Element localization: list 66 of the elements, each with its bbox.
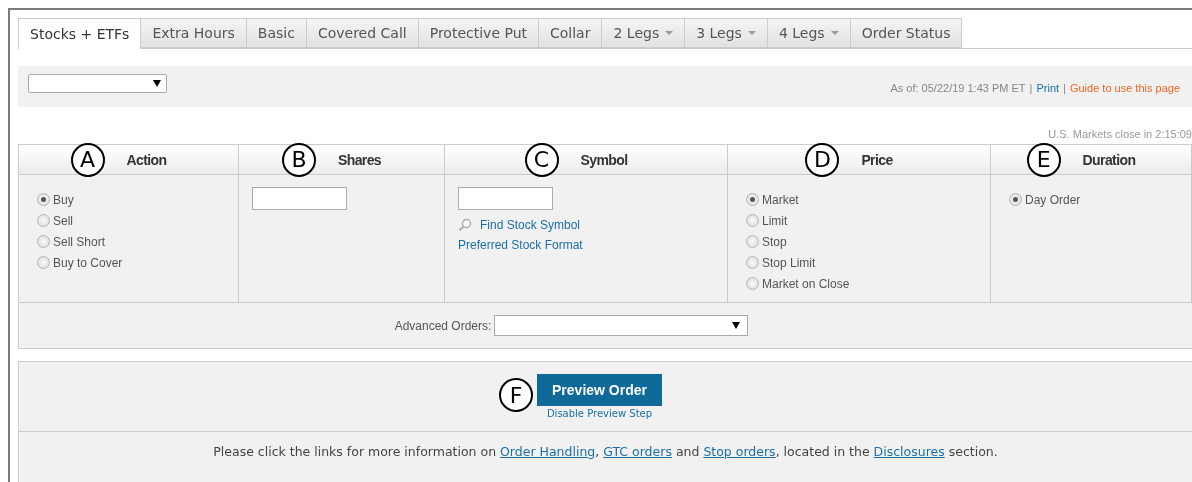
- radio-button[interactable]: [37, 256, 50, 269]
- print-link[interactable]: Print: [1036, 81, 1060, 94]
- callout-marker: F: [499, 378, 534, 412]
- option-label: Buy to Cover: [53, 255, 123, 270]
- dropdown-arrow-icon: [153, 80, 161, 87]
- radio-button[interactable]: [37, 214, 50, 227]
- format-link[interactable]: Preferred Stock Format: [458, 238, 583, 252]
- column-header: Price: [861, 151, 893, 168]
- column-header: Action: [126, 151, 167, 168]
- separator: |: [1063, 81, 1066, 94]
- callout-marker: E: [1026, 142, 1061, 177]
- callout-marker: C: [524, 142, 559, 177]
- tab[interactable]: Order Status: [850, 18, 963, 48]
- radio-button[interactable]: [1009, 193, 1022, 206]
- advanced-orders-dropdown[interactable]: [494, 315, 749, 336]
- option-label: Market on Close: [762, 276, 850, 291]
- tab[interactable]: Stocks + ETFs: [18, 18, 142, 49]
- tab[interactable]: 4 Legs: [767, 18, 851, 48]
- tab[interactable]: Basic: [246, 18, 307, 48]
- option-label: Sell: [53, 213, 73, 228]
- tab[interactable]: Covered Call: [306, 18, 419, 48]
- disclosure-link[interactable]: Disclosures: [873, 444, 945, 459]
- preview-order-button[interactable]: Preview Order: [537, 374, 662, 406]
- disclosure-link[interactable]: Stop orders: [703, 444, 776, 459]
- column-header: Symbol: [580, 151, 628, 168]
- disclosure-link[interactable]: Order Handling: [500, 444, 596, 459]
- option-label: Stop: [762, 234, 787, 249]
- radio-button[interactable]: [37, 235, 50, 248]
- radio-button[interactable]: [746, 214, 759, 227]
- radio-button[interactable]: [746, 277, 759, 290]
- tab[interactable]: Protective Put: [418, 18, 539, 48]
- callout-marker: D: [805, 142, 840, 177]
- option-label: Market: [762, 192, 799, 207]
- option-label: Limit: [762, 213, 788, 228]
- separator: |: [1029, 81, 1033, 94]
- callout-marker: B: [281, 142, 316, 177]
- find-symbol-link[interactable]: Find Stock Symbol: [480, 218, 581, 232]
- option-label: Stop Limit: [762, 255, 816, 270]
- radio-button[interactable]: [37, 193, 50, 206]
- radio-button[interactable]: [746, 256, 759, 269]
- callout-marker: A: [70, 142, 105, 177]
- tab[interactable]: 2 Legs: [602, 18, 686, 48]
- option-label: Day Order: [1025, 192, 1081, 207]
- caret-icon: [747, 31, 756, 35]
- column-header: Duration: [1082, 151, 1136, 168]
- input-field[interactable]: [458, 187, 553, 210]
- disclosure-link[interactable]: GTC orders: [603, 444, 672, 459]
- radio-button[interactable]: [746, 235, 759, 248]
- radio-button[interactable]: [746, 193, 759, 206]
- market-close-text: U.S. Markets close in 2:15:09: [1047, 128, 1192, 142]
- tab[interactable]: Extra Hours: [141, 18, 247, 48]
- column-header: Shares: [337, 151, 382, 168]
- tab[interactable]: Collar: [539, 18, 603, 48]
- as-of-text: As of: 05/22/19 1:43 PM ET: [890, 81, 1026, 94]
- dropdown-arrow-icon: [732, 322, 741, 329]
- input-field[interactable]: [252, 187, 347, 210]
- option-label: Buy: [53, 192, 74, 207]
- disable-preview-link[interactable]: Disable Preview Step: [546, 408, 653, 419]
- tab[interactable]: 3 Legs: [685, 18, 768, 48]
- caret-icon: [830, 31, 839, 35]
- option-label: Sell Short: [53, 234, 106, 249]
- caret-icon: [665, 31, 674, 35]
- dropdown-field[interactable]: [28, 74, 167, 93]
- disclosure-note: Please click the links for more information on Order Handling, GTC orders and Stop orders, located in the Disclosures section.: [213, 444, 998, 459]
- advanced-orders-label: Advanced Orders:: [394, 318, 492, 333]
- search-icon: [458, 218, 472, 232]
